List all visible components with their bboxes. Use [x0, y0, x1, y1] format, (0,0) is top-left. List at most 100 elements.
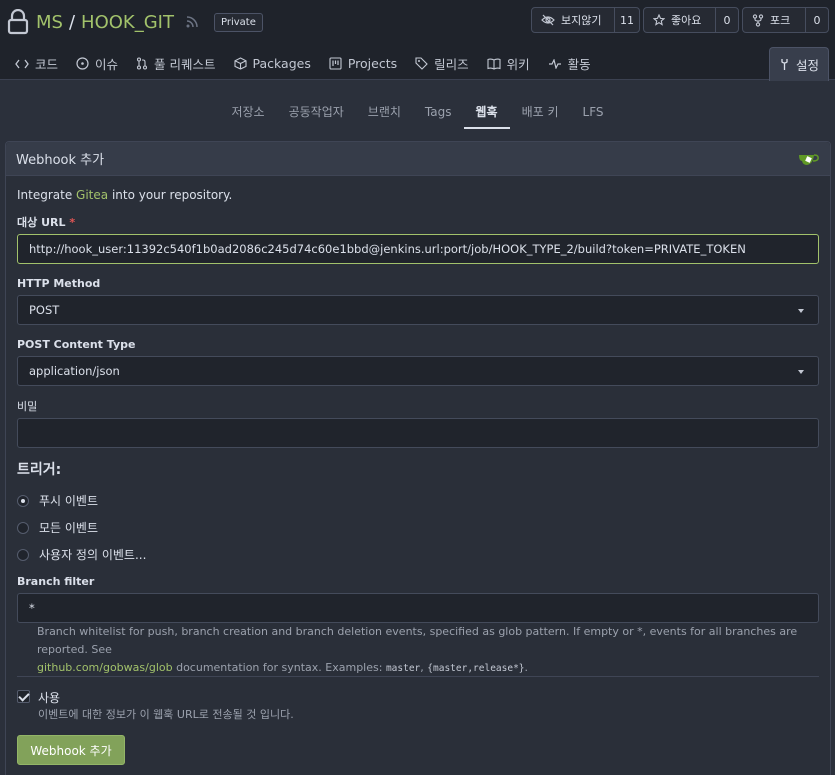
help-end: .: [524, 661, 529, 674]
lock-icon: [6, 9, 30, 35]
content-type-label: POST Content Type: [17, 338, 136, 351]
package-icon: [233, 57, 247, 70]
webhook-form-panel: Webhook 추가 Integrate Gitea into your rep…: [5, 141, 831, 775]
target-url-input[interactable]: http://hook_user:11392c540f1b0ad2086c245…: [17, 234, 819, 264]
help-text: documentation for syntax. Examples:: [172, 661, 386, 674]
content-type-value: application/json: [29, 364, 120, 378]
branch-filter-value: *: [29, 601, 35, 615]
trigger-custom-option[interactable]: 사용자 정의 이벤트...: [17, 546, 146, 563]
tools-icon: [779, 58, 790, 71]
book-icon: [487, 58, 501, 70]
intro-text: Integrate Gitea into your repository.: [17, 188, 232, 202]
required-mark: *: [69, 216, 76, 229]
http-method-select[interactable]: POST: [17, 295, 819, 325]
target-url-label: 대상 URL *: [17, 214, 75, 230]
pulse-icon: [548, 58, 562, 69]
star-icon: [653, 14, 665, 26]
repo-owner-link[interactable]: MS: [36, 12, 63, 33]
tab-label: 설정: [795, 58, 819, 73]
tab-label: Projects: [347, 56, 398, 71]
panel-header: Webhook 추가: [6, 142, 830, 176]
repo-name-link[interactable]: HOOK_GIT: [81, 12, 174, 33]
active-checkbox[interactable]: [17, 690, 30, 703]
repo-header: MS / HOOK_GIT Private 보지않기 11 좋아요 0 포크 0…: [0, 0, 835, 81]
tab-label: 풀 리퀘스트: [154, 57, 216, 72]
caret-down-icon: [798, 370, 804, 374]
trigger-custom-label: 사용자 정의 이벤트...: [39, 548, 147, 562]
active-text: 사용 이벤트에 대한 정보가 이 웹훅 URL로 전송될 것 입니다.: [38, 689, 294, 722]
fork-label: 포크: [770, 14, 791, 27]
watch-button-group: 보지않기 11: [531, 7, 640, 33]
branch-filter-label: Branch filter: [17, 575, 95, 588]
secret-label: 비밀: [17, 400, 38, 413]
gitea-link[interactable]: Gitea: [76, 188, 108, 202]
trigger-heading: 트리거:: [17, 462, 62, 478]
eye-off-icon: [541, 14, 555, 26]
watch-label: 보지않기: [561, 14, 602, 27]
tab-label: 활동: [567, 57, 591, 72]
trigger-push-option[interactable]: 푸시 이벤트: [17, 492, 98, 509]
private-badge: Private: [213, 12, 263, 32]
tab-label: 위키: [506, 57, 530, 72]
subtab-collaborators[interactable]: 공동작업자: [277, 96, 356, 129]
target-url-label-text: 대상 URL: [17, 216, 66, 229]
project-icon: [329, 57, 342, 70]
radio-button[interactable]: [17, 494, 29, 507]
active-checkbox-row[interactable]: 사용 이벤트에 대한 정보가 이 웹훅 URL로 전송될 것 입니다.: [17, 689, 294, 722]
star-button[interactable]: 좋아요: [644, 8, 716, 32]
repo-nav: 코드 이슈 풀 리퀘스트 Packages Projects 릴리즈 위키 활동: [6, 47, 600, 80]
caret-down-icon: [798, 309, 804, 313]
subtab-tags[interactable]: Tags: [413, 96, 464, 129]
tab-settings[interactable]: 설정: [769, 47, 829, 81]
trigger-all-label: 모든 이벤트: [39, 521, 99, 535]
settings-subnav: 저장소 공동작업자 브랜치 Tags 웹훅 배포 키 LFS: [0, 96, 835, 129]
add-webhook-button[interactable]: Webhook 추가: [17, 735, 125, 765]
tab-pull-requests[interactable]: 풀 리퀘스트: [127, 47, 224, 80]
example-code: master: [385, 663, 421, 674]
tab-label: 코드: [35, 57, 59, 72]
subtab-deploy-keys[interactable]: 배포 키: [510, 96, 571, 129]
star-button-group: 좋아요 0: [643, 7, 739, 33]
fork-button[interactable]: 포크: [743, 8, 806, 32]
tab-wiki[interactable]: 위키: [478, 47, 539, 80]
divider: [17, 676, 819, 677]
star-count[interactable]: 0: [716, 8, 738, 32]
watch-button[interactable]: 보지않기: [532, 8, 615, 32]
tab-label: Packages: [252, 56, 311, 71]
code-icon: [15, 59, 29, 69]
glob-docs-link[interactable]: github.com/gobwas/glob: [37, 661, 173, 674]
subtab-repository[interactable]: 저장소: [219, 96, 276, 129]
subtab-lfs[interactable]: LFS: [571, 96, 616, 129]
secret-input[interactable]: [17, 418, 819, 448]
subtab-webhooks[interactable]: 웹훅: [463, 96, 510, 129]
branch-filter-input[interactable]: *: [17, 593, 819, 623]
active-label: 사용: [38, 691, 61, 705]
tab-label: 이슈: [95, 57, 119, 72]
tab-releases[interactable]: 릴리즈: [406, 47, 478, 80]
tab-activity[interactable]: 활동: [539, 47, 600, 80]
subtab-branches[interactable]: 브랜치: [356, 96, 413, 129]
target-url-value: http://hook_user:11392c540f1b0ad2086c245…: [29, 242, 746, 256]
fork-icon: [752, 13, 764, 27]
content-type-select[interactable]: application/json: [17, 356, 819, 386]
fork-count[interactable]: 0: [806, 8, 828, 32]
pull-request-icon: [136, 57, 148, 70]
repo-separator: /: [68, 11, 76, 33]
tab-projects[interactable]: Projects: [320, 47, 406, 80]
tab-code[interactable]: 코드: [6, 47, 67, 80]
intro-prefix: Integrate: [17, 188, 77, 202]
example-code: {master,release*}: [427, 663, 525, 674]
rss-icon[interactable]: [186, 16, 198, 28]
tab-label: 릴리즈: [434, 57, 469, 72]
panel-title: Webhook 추가: [16, 153, 105, 168]
radio-button[interactable]: [17, 521, 29, 534]
tab-packages[interactable]: Packages: [225, 47, 320, 80]
star-label: 좋아요: [671, 14, 702, 27]
watch-count[interactable]: 11: [615, 8, 639, 32]
radio-button[interactable]: [17, 548, 29, 561]
fork-button-group: 포크 0: [742, 7, 829, 33]
trigger-push-label: 푸시 이벤트: [39, 494, 99, 508]
trigger-all-option[interactable]: 모든 이벤트: [17, 519, 98, 536]
http-method-value: POST: [29, 303, 60, 317]
tab-issues[interactable]: 이슈: [67, 47, 127, 80]
